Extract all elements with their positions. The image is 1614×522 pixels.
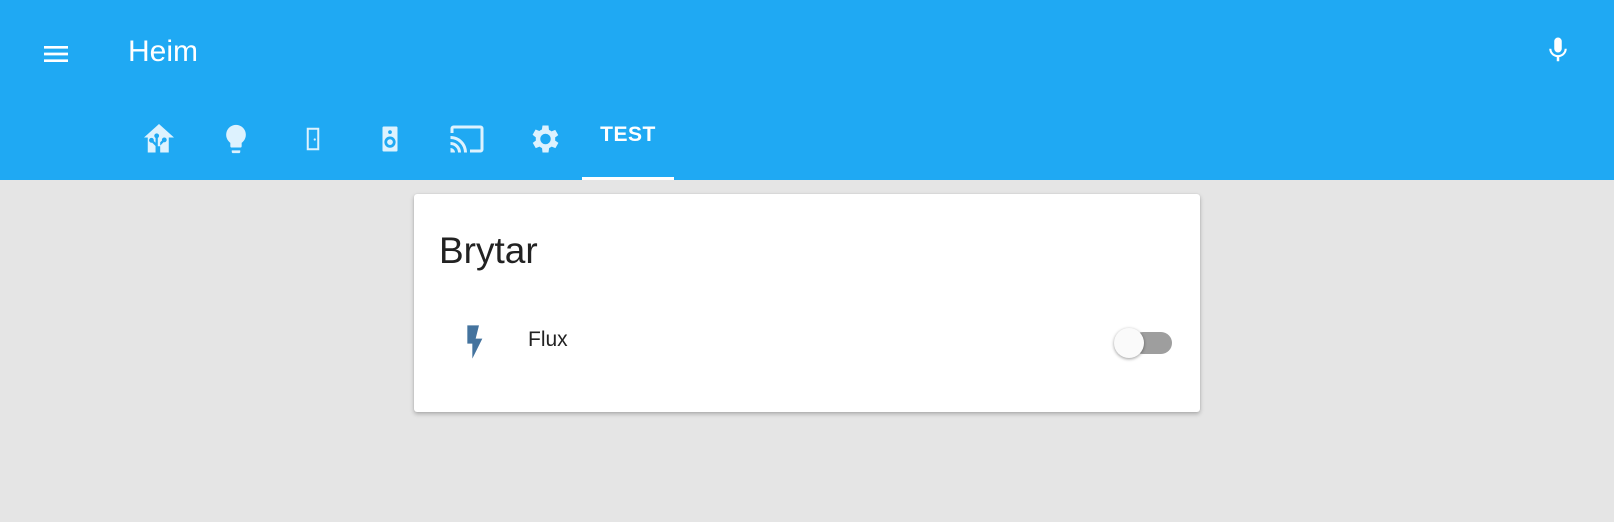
switches-card: Brytar Flux [414,194,1200,412]
gear-icon [532,125,558,153]
tab-media[interactable] [351,104,428,180]
tab-doors[interactable] [274,104,351,180]
tab-settings[interactable] [505,104,582,180]
page-title: Heim [128,35,199,68]
tab-test-label: TEST [600,123,656,146]
speaker-icon [382,126,397,152]
voice-command-button[interactable] [1534,26,1582,74]
toggle-thumb [1114,328,1144,358]
tab-cast[interactable] [428,104,505,180]
menu-icon [44,46,68,62]
flash-icon [467,325,483,359]
view-tabs: TEST [120,104,674,180]
lightbulb-icon [225,124,246,154]
home-assistant-icon [143,124,174,153]
flux-toggle[interactable] [1114,328,1174,358]
card-title: Brytar [439,230,538,271]
tab-test[interactable]: TEST [582,104,674,180]
entity-label[interactable]: Flux [528,328,568,352]
tab-lights[interactable] [197,104,274,180]
menu-button[interactable] [32,30,80,78]
app-header: Heim TEST [0,0,1614,180]
cast-icon [450,125,483,153]
entity-row-flux: Flux [414,312,1200,372]
tab-home[interactable] [120,104,197,180]
door-icon [306,127,319,151]
microphone-icon [1549,37,1567,62]
